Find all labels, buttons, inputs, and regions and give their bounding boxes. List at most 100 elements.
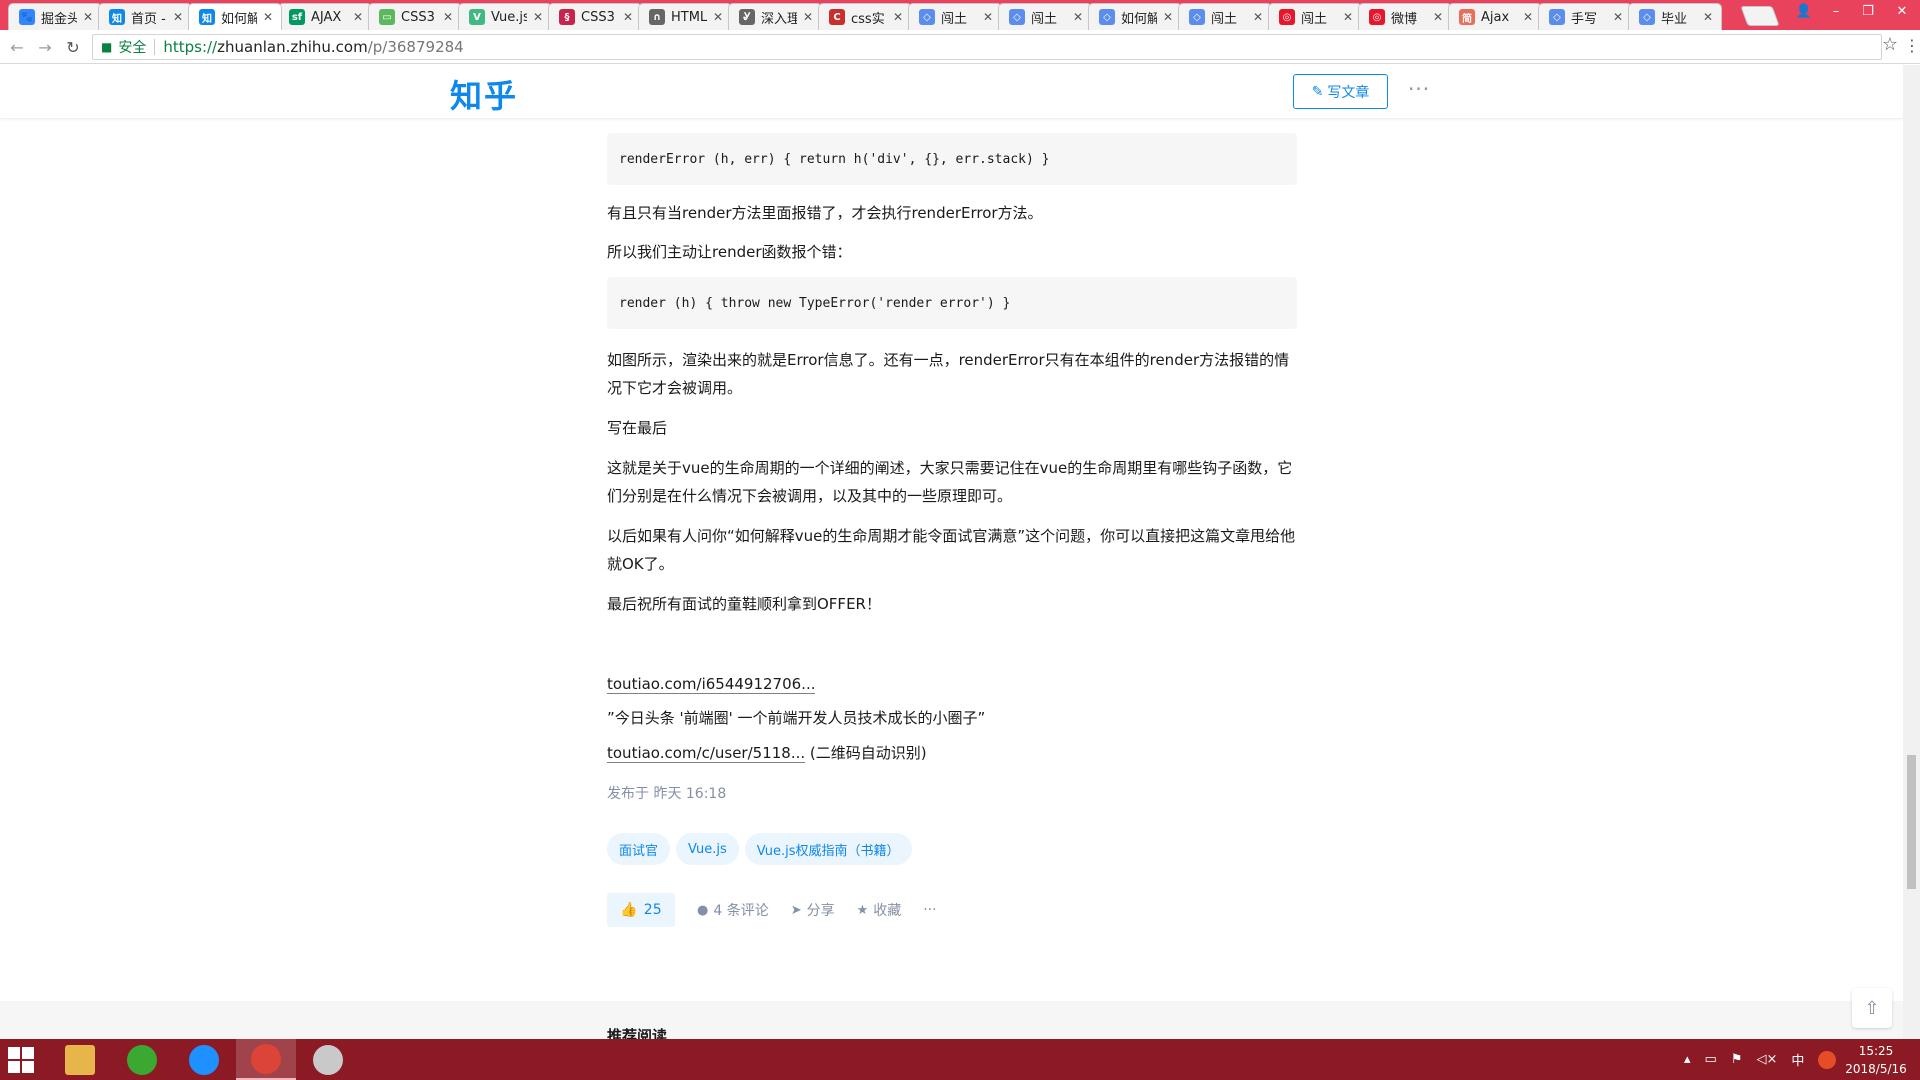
tab-close-icon[interactable]: ✕ xyxy=(1431,10,1445,24)
topic-tag[interactable]: Vue.js权威指南（书籍） xyxy=(744,833,912,865)
page-scrollbar[interactable] xyxy=(1903,65,1920,1039)
browser-tab[interactable]: ◇ 闯土 ✕ xyxy=(998,3,1092,30)
tab-close-icon[interactable]: ✕ xyxy=(1611,10,1625,24)
star-icon: ★ xyxy=(856,902,869,918)
address-separator xyxy=(154,39,156,55)
weibo-icon: ◎ xyxy=(1279,9,1295,25)
clock[interactable]: 15:25 2018/5/16 xyxy=(1836,1042,1916,1078)
address-bar[interactable]: ■ 安全 https://zhuanlan.zhihu.com/p/368792… xyxy=(92,34,1882,60)
browser-tab[interactable]: 简 Ajax ✕ xyxy=(1448,3,1542,30)
tab-close-icon[interactable]: ✕ xyxy=(261,10,275,24)
tab-close-icon[interactable]: ✕ xyxy=(351,10,365,24)
reload-icon[interactable]: ↻ xyxy=(62,36,84,58)
more-icon[interactable]: ··· xyxy=(1408,77,1430,101)
browser-tab[interactable]: ∩ HTML ✕ xyxy=(638,3,732,30)
browser-menu-icon[interactable]: ⋮ xyxy=(1904,36,1920,55)
topic-tag[interactable]: 面试官 xyxy=(607,833,671,865)
tab-close-icon[interactable]: ✕ xyxy=(531,10,545,24)
back-to-top-button[interactable]: ⇧ xyxy=(1852,988,1892,1028)
browser-tab[interactable]: Ccss实 ✕ xyxy=(818,3,912,30)
browser-tab[interactable]: ◇ 闯土 ✕ xyxy=(908,3,1002,30)
jianshu-icon: ◇ xyxy=(1099,9,1115,25)
forward-arrow-icon[interactable]: → xyxy=(34,36,56,58)
close-window-icon[interactable]: ✕ xyxy=(1886,0,1918,22)
book-icon: ▭ xyxy=(379,9,395,25)
tab-close-icon[interactable]: ✕ xyxy=(981,10,995,24)
collect-button[interactable]: ★ 收藏 xyxy=(857,900,902,920)
minimize-icon[interactable]: – xyxy=(1820,0,1852,22)
like-count: 25 xyxy=(643,902,662,918)
tab-title: 如何解 xyxy=(221,11,257,27)
browser-tab[interactable]: ◎ 闯土 ✕ xyxy=(1268,3,1362,30)
comments-button[interactable]: ● 4 条评论 xyxy=(697,900,769,920)
chrome-icon xyxy=(251,1043,281,1074)
taskbar-app[interactable] xyxy=(174,1039,234,1080)
paw-icon: 🐾 xyxy=(19,9,35,25)
topic-tag[interactable]: Vue.js xyxy=(676,833,739,865)
taskbar-app[interactable] xyxy=(236,1039,296,1080)
flag-icon[interactable]: ⚑ xyxy=(1731,1052,1743,1067)
browser-tab[interactable]: ◇ 手写 ✕ xyxy=(1538,3,1632,30)
tab-title: Vue.js xyxy=(491,9,527,25)
tab-close-icon[interactable]: ✕ xyxy=(81,10,95,24)
browser-tab[interactable]: ▭ CSS3 ✕ xyxy=(368,3,462,30)
tab-close-icon[interactable]: ✕ xyxy=(1071,10,1085,24)
more-actions-button[interactable]: ··· xyxy=(923,902,936,918)
browser-tab[interactable]: sf AJAX ✕ xyxy=(278,3,372,30)
tab-close-icon[interactable]: ✕ xyxy=(1521,10,1535,24)
tab-close-icon[interactable]: ✕ xyxy=(621,10,635,24)
scrollbar-thumb[interactable] xyxy=(1907,755,1916,889)
code-block: renderError (h, err) { return h('div', {… xyxy=(607,133,1297,185)
tray-expand-icon[interactable]: ▴ xyxy=(1684,1052,1691,1067)
browser-tab[interactable]: 知首页 - ✕ xyxy=(98,3,192,30)
like-button[interactable]: 👍 25 xyxy=(607,893,675,927)
tab-close-icon[interactable]: ✕ xyxy=(711,10,725,24)
new-tab-button[interactable] xyxy=(1740,6,1780,26)
write-article-button[interactable]: ✎ 写文章 xyxy=(1293,74,1388,109)
user-icon[interactable]: 👤 xyxy=(1788,0,1820,22)
browser-tab[interactable]: ◇ 毕业 ✕ xyxy=(1628,3,1722,30)
taskbar-app[interactable] xyxy=(50,1039,110,1080)
tab-title: 手写 xyxy=(1571,11,1598,27)
volume-icon[interactable]: ◁× xyxy=(1756,1052,1777,1067)
browser-tab[interactable]: ◇ 闯土 ✕ xyxy=(1178,3,1272,30)
browser-tab[interactable]: ◇ 如何解 ✕ xyxy=(1088,3,1182,30)
share-label: 分享 xyxy=(806,903,835,919)
taskbar-app[interactable] xyxy=(298,1039,358,1080)
tab-close-icon[interactable]: ✕ xyxy=(1251,10,1265,24)
browser-tab[interactable]: ◎ 微博 ✕ xyxy=(1358,3,1452,30)
toutiao-article-link[interactable]: toutiao.com/i6544912706... xyxy=(607,675,816,694)
toutiao-user-link[interactable]: toutiao.com/c/user/5118... xyxy=(607,744,806,763)
share-button[interactable]: ➤ 分享 xyxy=(791,900,835,920)
bookmark-star-icon[interactable]: ☆ xyxy=(1882,34,1898,55)
back-arrow-icon[interactable]: ← xyxy=(6,36,28,58)
browser-tab[interactable]: 知如何解 ✕ xyxy=(188,3,282,30)
tab-title: 闯土 xyxy=(1031,11,1058,27)
tab-close-icon[interactable]: ✕ xyxy=(441,10,455,24)
link-row: toutiao.com/c/user/5118... (二维码自动识别) xyxy=(607,742,1297,763)
sogou-icon[interactable] xyxy=(1818,1050,1837,1069)
browser-tab[interactable]: V Vue.js ✕ xyxy=(458,3,552,30)
tab-title: 毕业 xyxy=(1661,11,1688,27)
paint-icon xyxy=(313,1044,343,1075)
jianshu-icon: ◇ xyxy=(1549,9,1565,25)
taskbar-app[interactable] xyxy=(112,1039,172,1080)
paragraph: 最后祝所有面试的童鞋顺利拿到OFFER！ xyxy=(607,595,881,613)
windows-start-icon[interactable] xyxy=(8,1047,34,1073)
csdn-icon: C xyxy=(829,9,845,25)
zhihu-logo[interactable]: 知乎 xyxy=(450,71,518,117)
tab-close-icon[interactable]: ✕ xyxy=(1701,10,1715,24)
ime-indicator[interactable]: 中 xyxy=(1791,1050,1804,1069)
browser-tab[interactable]: Ꮍ 深入理 ✕ xyxy=(728,3,822,30)
tab-close-icon[interactable]: ✕ xyxy=(1161,10,1175,24)
tab-close-icon[interactable]: ✕ xyxy=(1341,10,1355,24)
browser-tab[interactable]: § CSS3 ✕ xyxy=(548,3,642,30)
browser-tab[interactable]: 🐾 掘金头 ✕ xyxy=(8,3,102,30)
tab-close-icon[interactable]: ✕ xyxy=(891,10,905,24)
restore-icon[interactable]: ❐ xyxy=(1852,0,1884,22)
tab-close-icon[interactable]: ✕ xyxy=(171,10,185,24)
system-tray: ▴ ▭ ⚑ ◁× 中 xyxy=(1684,1039,1837,1080)
tab-close-icon[interactable]: ✕ xyxy=(801,10,815,24)
action-bar: 👍 25 ● 4 条评论 ➤ 分享 ★ 收藏 ··· xyxy=(607,893,1297,927)
network-icon[interactable]: ▭ xyxy=(1705,1052,1717,1067)
